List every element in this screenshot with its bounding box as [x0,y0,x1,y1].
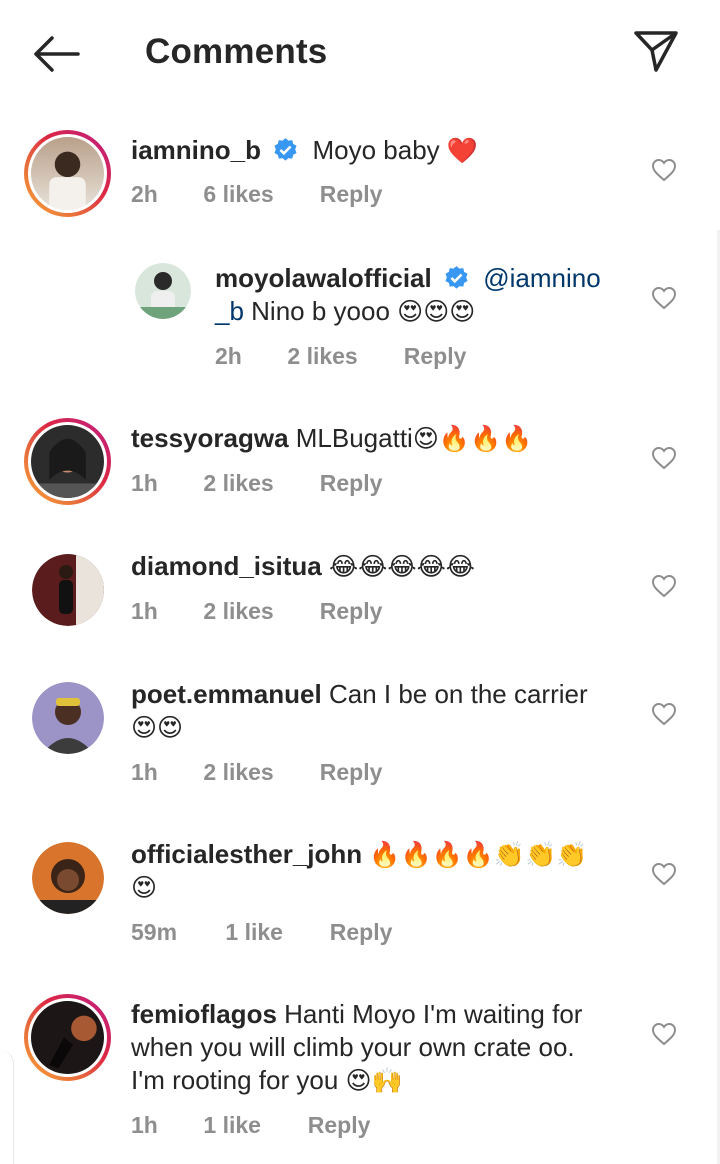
comment-emoji: 😍🙌 [345,1066,403,1095]
mention-link[interactable]: @iamnino [483,263,600,293]
reply-button[interactable]: Reply [330,919,393,946]
comment-text: Can I be on the carrier [328,679,588,709]
heart-icon[interactable] [651,286,677,310]
comment-username[interactable]: iamnino_b [131,135,261,165]
comment-text-line-3: I'm rooting for you [131,1065,339,1095]
heart-icon[interactable] [651,1022,677,1046]
comment-likes[interactable]: 6 likes [203,181,313,208]
share-button[interactable] [632,28,680,74]
comment-username[interactable]: poet.emmanuel [131,679,322,709]
reply-button[interactable]: Reply [320,598,383,625]
comment-text: MLBugatti [295,423,413,453]
paper-plane-icon [634,31,678,72]
heart-icon[interactable] [651,446,677,470]
comment-text: Moyo baby [312,135,440,165]
comment-meta: 1h 2 likes Reply [131,470,382,497]
comment-time: 59m [131,919,178,945]
avatar[interactable] [32,682,104,754]
comment-time: 1h [131,1112,158,1138]
arrow-left-icon [34,36,80,72]
comment-meta: 59m 1 like Reply [131,919,392,946]
comment-emoji-second-line: 😍 [131,873,158,902]
reply-button[interactable]: Reply [320,181,383,208]
back-button[interactable] [30,34,82,74]
page-title: Comments [145,32,328,71]
comment-time: 1h [131,470,158,496]
comment-likes[interactable]: 1 like [225,919,323,946]
reply-button[interactable]: Reply [320,759,383,786]
comment-emoji: 😂😂😂😂😂 [328,552,475,581]
avatar[interactable] [24,130,111,217]
comment-username[interactable]: moyolawalofficial [215,263,432,293]
comment-emoji: 😍😍😍 [397,297,476,326]
heart-icon[interactable] [651,574,677,598]
comment-emoji: 🔥🔥🔥🔥👏👏👏 [369,840,588,869]
comment-meta: 1h 1 like Reply [131,1112,370,1139]
comment-meta: 2h 6 likes Reply [131,181,382,208]
verified-badge-icon [274,138,297,161]
comment-emoji: ❤️ [446,136,479,165]
comment-username[interactable]: femioflagos [131,999,277,1029]
avatar[interactable] [32,554,104,626]
reply-button[interactable]: Reply [404,343,467,370]
avatar[interactable] [24,994,111,1081]
comment-emoji: 😍🔥🔥🔥 [412,424,533,453]
comment-text: Nino b yooo [251,296,390,326]
comment-time: 1h [131,759,158,785]
comment-likes[interactable]: 2 likes [203,598,313,625]
comment-username[interactable]: tessyoragwa [131,423,289,453]
header-bar: Comments [0,0,720,106]
comment-emoji: 😍😍 [131,713,184,742]
comment-time: 2h [131,181,158,207]
mention-link-continued[interactable]: _b [215,296,244,326]
avatar[interactable] [32,842,104,914]
comment-meta: 1h 2 likes Reply [131,759,382,786]
comment-likes[interactable]: 1 like [203,1112,301,1139]
heart-icon[interactable] [651,862,677,886]
comment-text-line-2: when you will climb your own crate oo. [131,1032,575,1062]
comment-meta: 2h 2 likes Reply [215,343,466,370]
comment-meta: 1h 2 likes Reply [131,598,382,625]
comment-likes[interactable]: 2 likes [287,343,397,370]
comment-text: Hanti Moyo I'm waiting for [284,999,583,1029]
reply-button[interactable]: Reply [320,470,383,497]
reply-button[interactable]: Reply [308,1112,371,1139]
comment-likes[interactable]: 2 likes [203,470,313,497]
heart-icon[interactable] [651,702,677,726]
comment-time: 1h [131,598,158,624]
avatar[interactable] [24,418,111,505]
heart-icon[interactable] [651,158,677,182]
verified-badge-icon [445,266,468,289]
comment-username[interactable]: diamond_isitua [131,551,322,581]
edge-panel-handle[interactable] [0,1050,14,1164]
comment-likes[interactable]: 2 likes [203,759,313,786]
comment-username[interactable]: officialesther_john [131,839,362,869]
comment-time: 2h [215,343,242,369]
avatar[interactable] [135,263,191,319]
